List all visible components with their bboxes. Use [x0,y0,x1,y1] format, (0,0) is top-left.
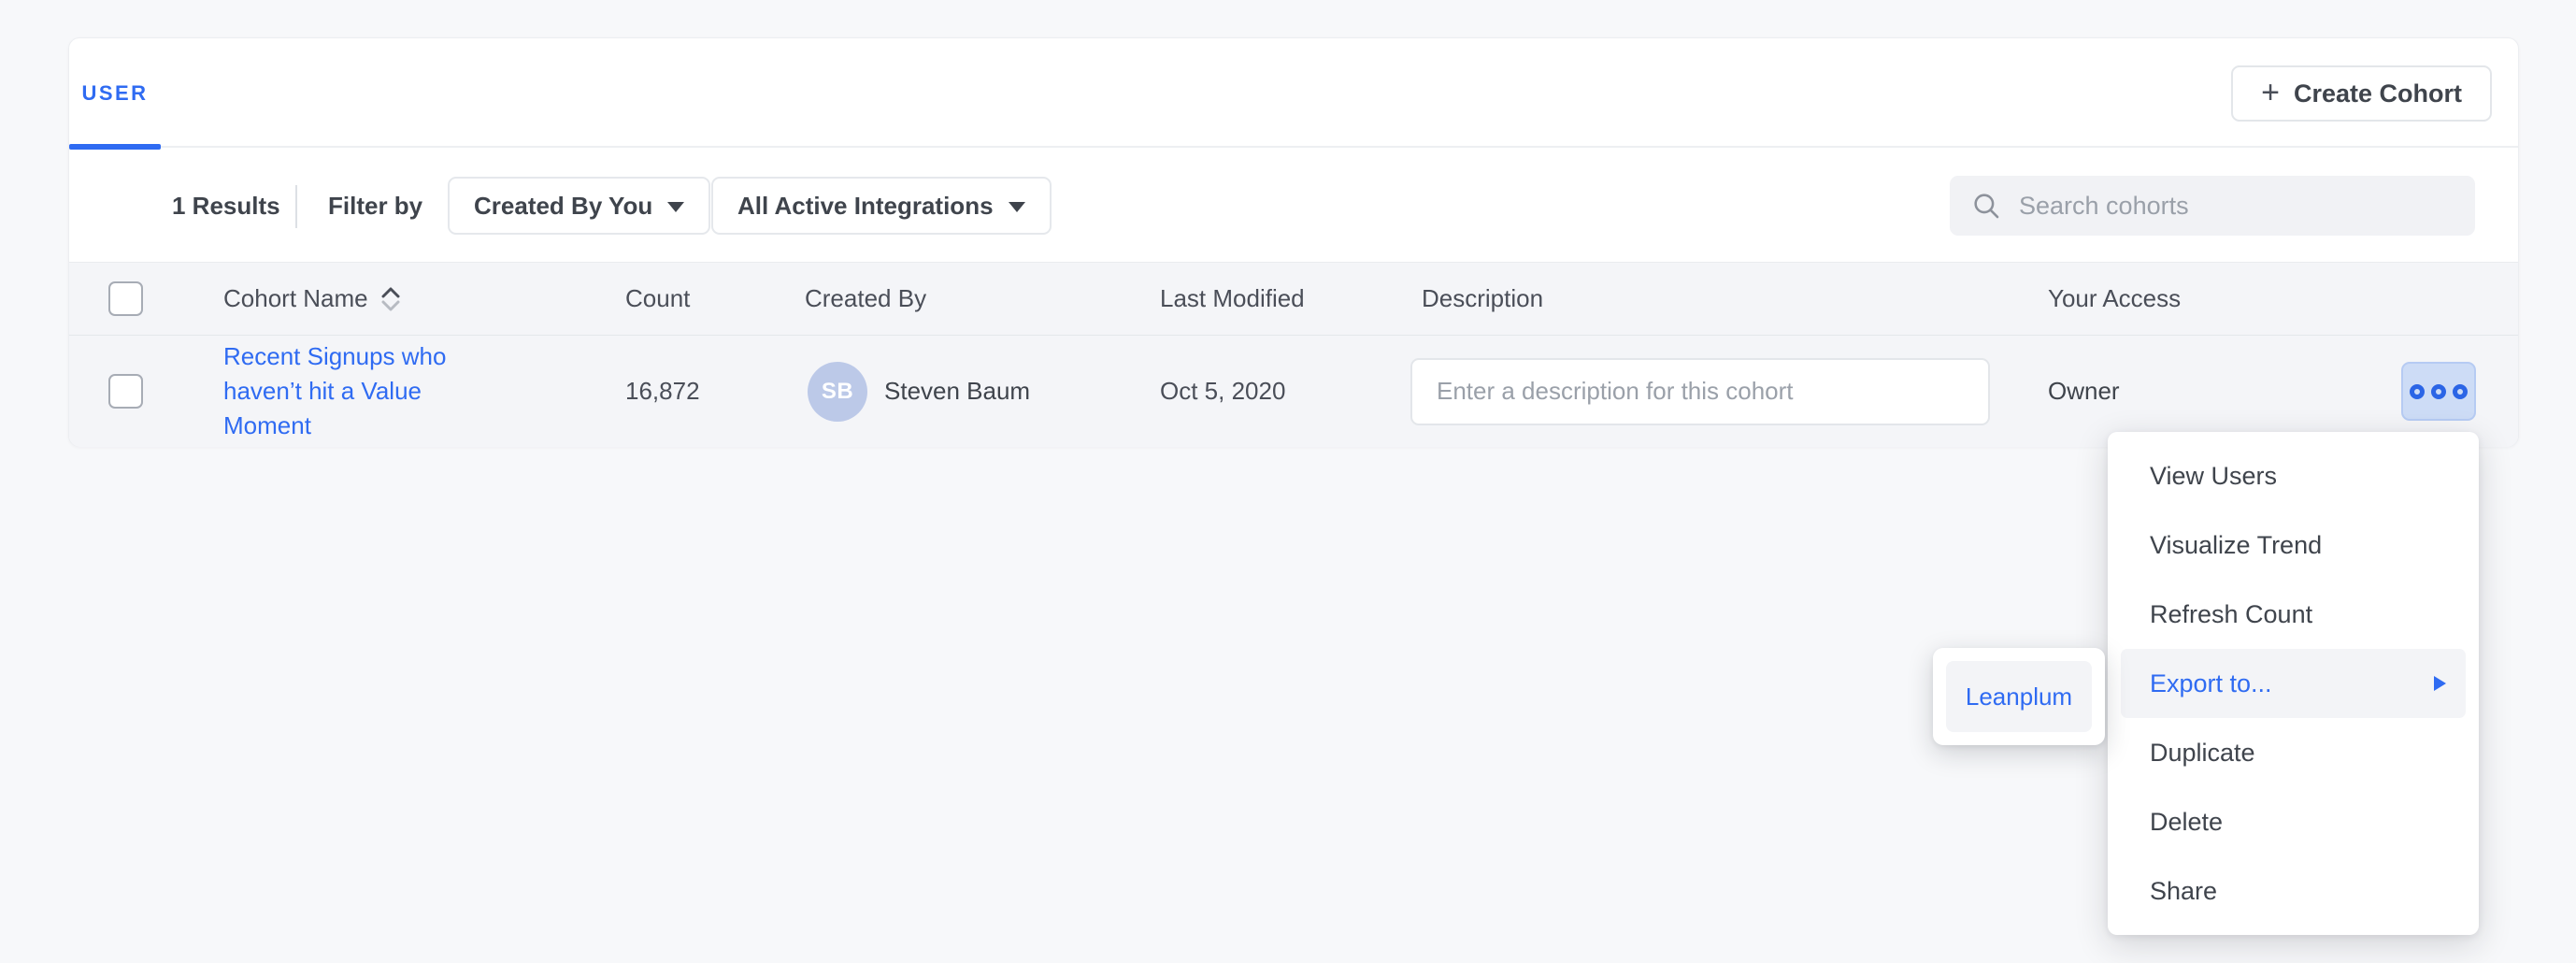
menu-item-label: Visualize Trend [2150,531,2322,560]
table-row: Recent Signups who haven’t hit a Value M… [69,336,2518,447]
menu-item-label: Delete [2150,808,2223,837]
cohorts-page: USER + Create Cohort 1 Results Filter by… [0,0,2576,963]
description-input[interactable] [1410,358,1990,425]
avatar: SB [808,362,867,422]
cohort-count: 16,872 [625,377,700,406]
header-your-access: Your Access [2048,284,2181,313]
header-last-modified: Last Modified [1160,284,1305,313]
chevron-down-icon [1009,202,1025,212]
integrations-dropdown[interactable]: All Active Integrations [711,177,1052,235]
menu-item-label: Share [2150,877,2217,906]
cohort-name-link[interactable]: Recent Signups who haven’t hit a Value M… [223,339,459,443]
created-by-dropdown-label: Created By You [474,192,652,221]
create-cohort-label: Create Cohort [2294,79,2462,108]
submenu-arrow-icon [2430,672,2449,695]
menu-item-share[interactable]: Share [2121,856,2466,926]
menu-item-refresh-count[interactable]: Refresh Count [2121,580,2466,649]
filter-by-label: Filter by [328,150,422,262]
divider [295,185,297,228]
search-input[interactable] [2019,192,2454,221]
header-count: Count [625,284,690,313]
export-submenu: Leanplum [1933,648,2105,745]
plus-icon: + [2261,77,2280,108]
menu-item-label: Duplicate [2150,739,2255,768]
filter-row: 1 Results Filter by Created By You All A… [69,150,2518,262]
created-by-name: Steven Baum [884,377,1030,406]
more-dot-icon [2431,384,2446,399]
menu-item-label: Refresh Count [2150,600,2312,629]
chevron-down-icon [667,202,684,212]
row-context-menu: View Users Visualize Trend Refresh Count… [2108,432,2479,935]
menu-item-duplicate[interactable]: Duplicate [2121,718,2466,787]
cohorts-card: USER + Create Cohort 1 Results Filter by… [68,37,2519,447]
more-dot-icon [2453,384,2468,399]
menu-item-label: Export to... [2150,669,2272,698]
sort-icon[interactable] [379,286,402,312]
access-value: Owner [2048,377,2120,406]
last-modified-date: Oct 5, 2020 [1160,377,1285,406]
results-count: 1 Results [172,150,280,262]
menu-item-export-to[interactable]: Export to... [2121,649,2466,718]
more-options-button[interactable] [2401,362,2476,421]
create-cohort-button[interactable]: + Create Cohort [2231,65,2492,122]
menu-item-view-users[interactable]: View Users [2121,441,2466,510]
header-cohort-name[interactable]: Cohort Name [223,284,368,313]
tab-user[interactable]: USER [69,38,161,148]
header-created-by: Created By [805,284,926,313]
table-header: Cohort Name Count Created By Last Modifi… [69,262,2518,336]
menu-item-delete[interactable]: Delete [2121,787,2466,856]
more-dot-icon [2410,384,2425,399]
header-description: Description [1422,284,1543,313]
menu-item-label: View Users [2150,462,2277,491]
tab-bar: USER + Create Cohort [69,38,2518,148]
select-all-checkbox[interactable] [108,281,143,316]
created-by-dropdown[interactable]: Created By You [448,177,710,235]
search-icon [1970,190,2002,222]
search-box [1950,176,2475,236]
menu-item-visualize-trend[interactable]: Visualize Trend [2121,510,2466,580]
submenu-item-leanplum[interactable]: Leanplum [1946,661,2092,732]
row-checkbox[interactable] [108,374,143,409]
integrations-dropdown-label: All Active Integrations [737,192,994,221]
